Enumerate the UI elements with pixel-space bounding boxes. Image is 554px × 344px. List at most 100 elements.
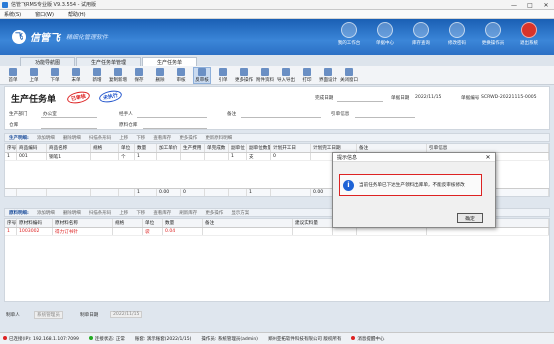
material-cell[interactable]: 0.04	[163, 228, 203, 235]
note-field[interactable]	[241, 117, 321, 118]
unapprove-button[interactable]: 反审核	[193, 66, 211, 84]
doc-date-value[interactable]: 2022/11/15	[415, 95, 441, 100]
product-cell[interactable]: 1	[5, 153, 17, 160]
product-column-header[interactable]: 计划完工日期	[311, 144, 357, 152]
tab-task-management[interactable]: 生产任务单管理	[76, 57, 142, 66]
dialog-close-button[interactable]: ✕	[481, 153, 495, 162]
material-column-header[interactable]: 数量	[163, 219, 203, 227]
material-cell[interactable]: 得力订书针	[53, 228, 113, 235]
material-cell[interactable]: 1	[5, 228, 17, 235]
product-cell[interactable]: 支	[247, 153, 271, 160]
complete-date-field[interactable]	[337, 101, 383, 102]
product-column-header[interactable]: 数量	[135, 144, 157, 152]
mat-scan-barcode-button[interactable]: 扫描条形码	[89, 210, 112, 216]
mat-display-scheme-button[interactable]: 显示方案	[231, 210, 249, 216]
product-column-header[interactable]: 加工单价	[157, 144, 181, 152]
mat-more-actions-button[interactable]: 更多操作	[205, 210, 223, 216]
product-cell[interactable]: 1	[135, 153, 157, 160]
menu-help[interactable]: 帮助(H)	[68, 11, 86, 18]
material-column-header[interactable]: 备注	[203, 219, 293, 227]
mat-refresh-stock-button[interactable]: 刷新库存	[179, 210, 197, 216]
material-cell[interactable]	[113, 228, 143, 235]
close-button[interactable]: ✕	[538, 0, 554, 10]
material-cell[interactable]	[357, 228, 427, 235]
tab-production-task[interactable]: 生产任务单	[142, 57, 198, 66]
change-password-button[interactable]: 修改密码	[440, 22, 474, 46]
scan-barcode-button[interactable]: 扫描条形码	[89, 135, 112, 141]
maximize-button[interactable]: □	[522, 0, 538, 10]
save-button[interactable]: 保存	[130, 67, 148, 83]
exit-system-button[interactable]: 退出系统	[512, 22, 546, 46]
copy-new-button[interactable]: 复制新增	[109, 67, 127, 83]
product-cell[interactable]: 0	[271, 153, 311, 160]
material-cell[interactable]: 1003002	[17, 228, 53, 235]
doc-center-button[interactable]: 单据中心	[368, 22, 402, 46]
last-doc-button[interactable]: 末单	[67, 67, 85, 83]
workbench-button[interactable]: 我的工作台	[332, 22, 366, 46]
next-doc-button[interactable]: 下单	[46, 67, 64, 83]
material-column-header[interactable]: 规格	[113, 219, 143, 227]
product-cell[interactable]	[91, 153, 119, 160]
first-doc-button[interactable]: 首单	[4, 67, 22, 83]
approve-button[interactable]: 审核	[172, 67, 190, 83]
mat-move-up-button[interactable]: 上移	[119, 210, 128, 216]
product-column-header[interactable]: 规格	[91, 144, 119, 152]
material-cell[interactable]	[203, 228, 293, 235]
product-cell[interactable]	[157, 153, 181, 160]
product-column-header[interactable]: 备注	[357, 144, 427, 152]
product-column-header[interactable]: 商品名称	[47, 144, 91, 152]
material-cell[interactable]	[427, 228, 549, 235]
import-export-button[interactable]: 导入导出	[277, 67, 295, 83]
product-cell[interactable]: 1	[229, 153, 247, 160]
menu-system[interactable]: 系统(S)	[4, 11, 21, 18]
stock-query-button[interactable]: 库存查询	[404, 22, 438, 46]
material-column-header[interactable]: 建议实料量	[293, 219, 333, 227]
material-column-header[interactable]: 序号	[5, 219, 17, 227]
material-cell[interactable]	[333, 228, 357, 235]
product-column-header[interactable]: 单完成数	[205, 144, 229, 152]
material-column-header[interactable]: 原材料名称	[53, 219, 113, 227]
material-column-header[interactable]: 单位	[143, 219, 163, 227]
layout-design-button[interactable]: 界面设计	[319, 67, 337, 83]
mat-delete-detail-button[interactable]: 删除明细	[63, 210, 81, 216]
product-column-header[interactable]: 副单位	[229, 144, 247, 152]
update-materials-button[interactable]: 更新原料明细	[205, 135, 232, 141]
move-down-button[interactable]: 下移	[136, 135, 145, 141]
warehouse-field[interactable]	[41, 128, 97, 129]
material-column-header[interactable]: 原材料编码	[17, 219, 53, 227]
handler-field[interactable]	[137, 117, 207, 118]
tab-navigation[interactable]: 功能导航图	[20, 57, 76, 66]
raw-warehouse-field[interactable]	[143, 128, 207, 129]
product-cell[interactable]: 钢笔1	[47, 153, 91, 160]
product-cell[interactable]: 001	[17, 153, 47, 160]
product-column-header[interactable]: 商品编码	[17, 144, 47, 152]
delete-detail-button[interactable]: 删除明细	[63, 135, 81, 141]
reference-button[interactable]: 引单	[214, 67, 232, 83]
mat-view-stock-button[interactable]: 查看库存	[153, 210, 171, 216]
product-column-header[interactable]: 单位	[119, 144, 135, 152]
dialog-ok-button[interactable]: 确定	[457, 213, 483, 223]
material-cell[interactable]: 袋	[143, 228, 163, 235]
add-detail-button[interactable]: 添加明细	[37, 135, 55, 141]
print-button[interactable]: 打印	[298, 67, 316, 83]
doc-no-value[interactable]: SCRWD-20221115-0005	[481, 95, 537, 100]
product-column-header[interactable]: 序号	[5, 144, 17, 152]
table-row[interactable]: 1 1003002 得力订书针 袋 0.04	[5, 228, 549, 236]
new-button[interactable]: 新增	[88, 67, 106, 83]
attachments-button[interactable]: 附件资料	[256, 67, 274, 83]
move-up-button[interactable]: 上移	[119, 135, 128, 141]
product-cell[interactable]: 个	[119, 153, 135, 160]
material-cell[interactable]	[293, 228, 333, 235]
product-column-header[interactable]: 计划开工日	[271, 144, 311, 152]
product-column-header[interactable]: 副单位数量	[247, 144, 271, 152]
close-window-button[interactable]: 关闭窗口	[340, 67, 358, 83]
more-actions-button[interactable]: 更多操作	[235, 67, 253, 83]
prev-doc-button[interactable]: 上单	[25, 67, 43, 83]
more-detail-actions-button[interactable]: 更多操作	[179, 135, 197, 141]
product-cell[interactable]	[181, 153, 205, 160]
product-cell[interactable]	[205, 153, 229, 160]
delete-button[interactable]: 删除	[151, 67, 169, 83]
ref-field[interactable]	[355, 117, 415, 118]
menu-window[interactable]: 窗口(W)	[35, 11, 54, 18]
product-column-header[interactable]: 引单信息	[427, 144, 549, 152]
